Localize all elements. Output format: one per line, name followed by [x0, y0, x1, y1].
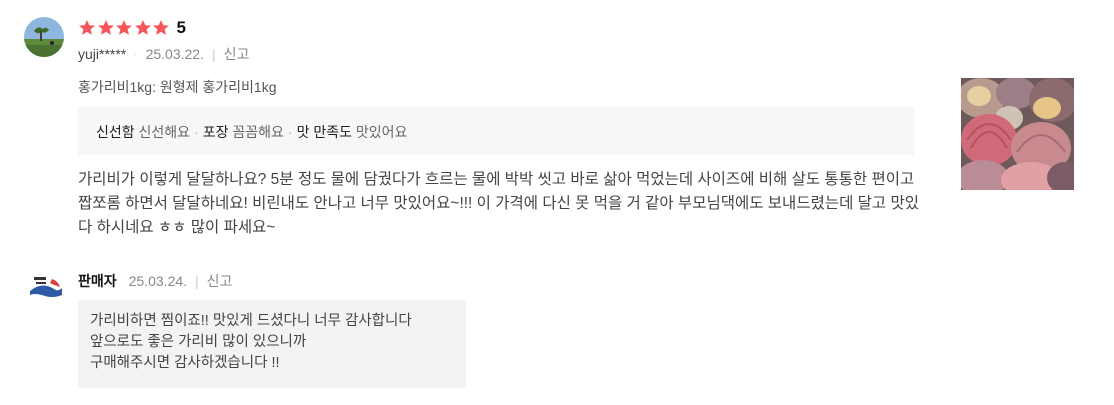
star-icon — [134, 20, 151, 35]
review-date: 25.03.22. — [145, 46, 204, 62]
review-meta: yuji***** · 25.03.22. | 신고 — [78, 44, 249, 64]
eval-key-packaging: 포장 — [202, 124, 229, 140]
seller-logo — [24, 265, 66, 307]
seller-name: 판매자 — [78, 273, 117, 289]
reply-date: 25.03.24. — [128, 273, 188, 289]
evaluation-box: 신선함 신선해요 · 포장 꼼꼼해요 · 맛 만족도 맛있어요 — [78, 107, 914, 155]
eval-key-taste: 맛 만족도 — [296, 124, 353, 140]
meta-divider: | — [211, 46, 216, 62]
user-avatar[interactable] — [24, 17, 64, 57]
review-body: 가리비가 이렇게 달달하나요? 5분 정도 물에 담궜다가 흐르는 물에 박박 … — [78, 171, 920, 236]
reply-line: 가리비하면 찜이죠!! 맛있게 드셨다니 너무 감사합니다 — [90, 313, 412, 329]
reply-line: 앞으로도 좋은 가리비 많이 있으니까 — [90, 334, 307, 350]
review-photo[interactable] — [961, 78, 1074, 190]
eval-value-taste: 맛있어요 — [355, 124, 408, 140]
star-icon — [153, 20, 169, 35]
eval-separator: · — [287, 124, 293, 140]
eval-value-packaging: 꼼꼼해요 — [232, 124, 284, 140]
reply-report-button[interactable]: 신고 — [207, 271, 233, 291]
purchased-option: 홍가리비1kg: 원형제 홍가리비1kg — [78, 79, 277, 95]
seller-reply-bubble: 가리비하면 찜이죠!! 맛있게 드셨다니 너무 감사합니다 앞으로도 좋은 가리… — [78, 300, 466, 388]
meta-dot-separator: · — [134, 48, 138, 60]
star-icon — [116, 20, 132, 35]
eval-separator: · — [194, 124, 199, 140]
star-icon — [97, 20, 114, 35]
meta-divider: | — [195, 273, 199, 289]
rating-value: 5 — [176, 18, 186, 37]
seller-reply-meta: 판매자 25.03.24. | 신고 — [78, 271, 232, 291]
reply-line: 구매해주시면 감사하겠습니다 !! — [90, 355, 280, 371]
reviewer-name: yuji***** — [78, 46, 127, 62]
report-button[interactable]: 신고 — [224, 44, 250, 64]
star-rating: 5 — [78, 19, 186, 37]
eval-key-freshness: 신선함 — [96, 124, 135, 140]
eval-value-freshness: 신선해요 — [138, 124, 191, 140]
star-icon — [79, 20, 95, 35]
